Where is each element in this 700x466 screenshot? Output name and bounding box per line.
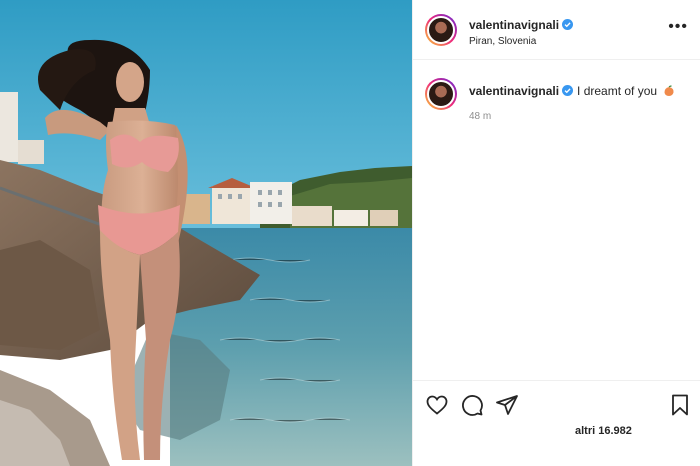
- post-photo-image: [0, 0, 412, 466]
- verified-badge-icon: [562, 85, 574, 96]
- caption-avatar[interactable]: [425, 78, 457, 110]
- caption: valentinavignali I dreamt of you: [469, 84, 675, 98]
- verified-badge-icon: [562, 19, 574, 30]
- post-header: valentinavignali Piran, Slovenia •••: [413, 0, 700, 60]
- comments-section: valentinavignali I dreamt of you 48 m: [413, 60, 700, 380]
- comment-bubble-icon[interactable]: [460, 393, 484, 417]
- bookmark-icon[interactable]: [668, 393, 692, 417]
- caption-username[interactable]: valentinavignali: [469, 84, 559, 98]
- caption-text: I dreamt of you: [577, 84, 658, 98]
- header-location[interactable]: Piran, Slovenia: [469, 36, 573, 47]
- more-options-icon[interactable]: •••: [668, 19, 688, 35]
- paper-plane-icon[interactable]: [495, 393, 519, 417]
- avatar[interactable]: [425, 14, 457, 46]
- post-sidebar: valentinavignali Piran, Slovenia ••• val…: [412, 0, 700, 466]
- heart-icon[interactable]: [425, 393, 449, 417]
- header-username[interactable]: valentinavignali: [469, 18, 559, 32]
- header-user-block: valentinavignali Piran, Slovenia: [469, 16, 574, 47]
- post-photo[interactable]: [0, 0, 412, 466]
- post-time: 48 m: [469, 111, 492, 122]
- peach-emoji: [664, 85, 674, 96]
- likes-count[interactable]: altri 16.982: [575, 425, 632, 437]
- action-bar: altri 16.982: [413, 380, 700, 466]
